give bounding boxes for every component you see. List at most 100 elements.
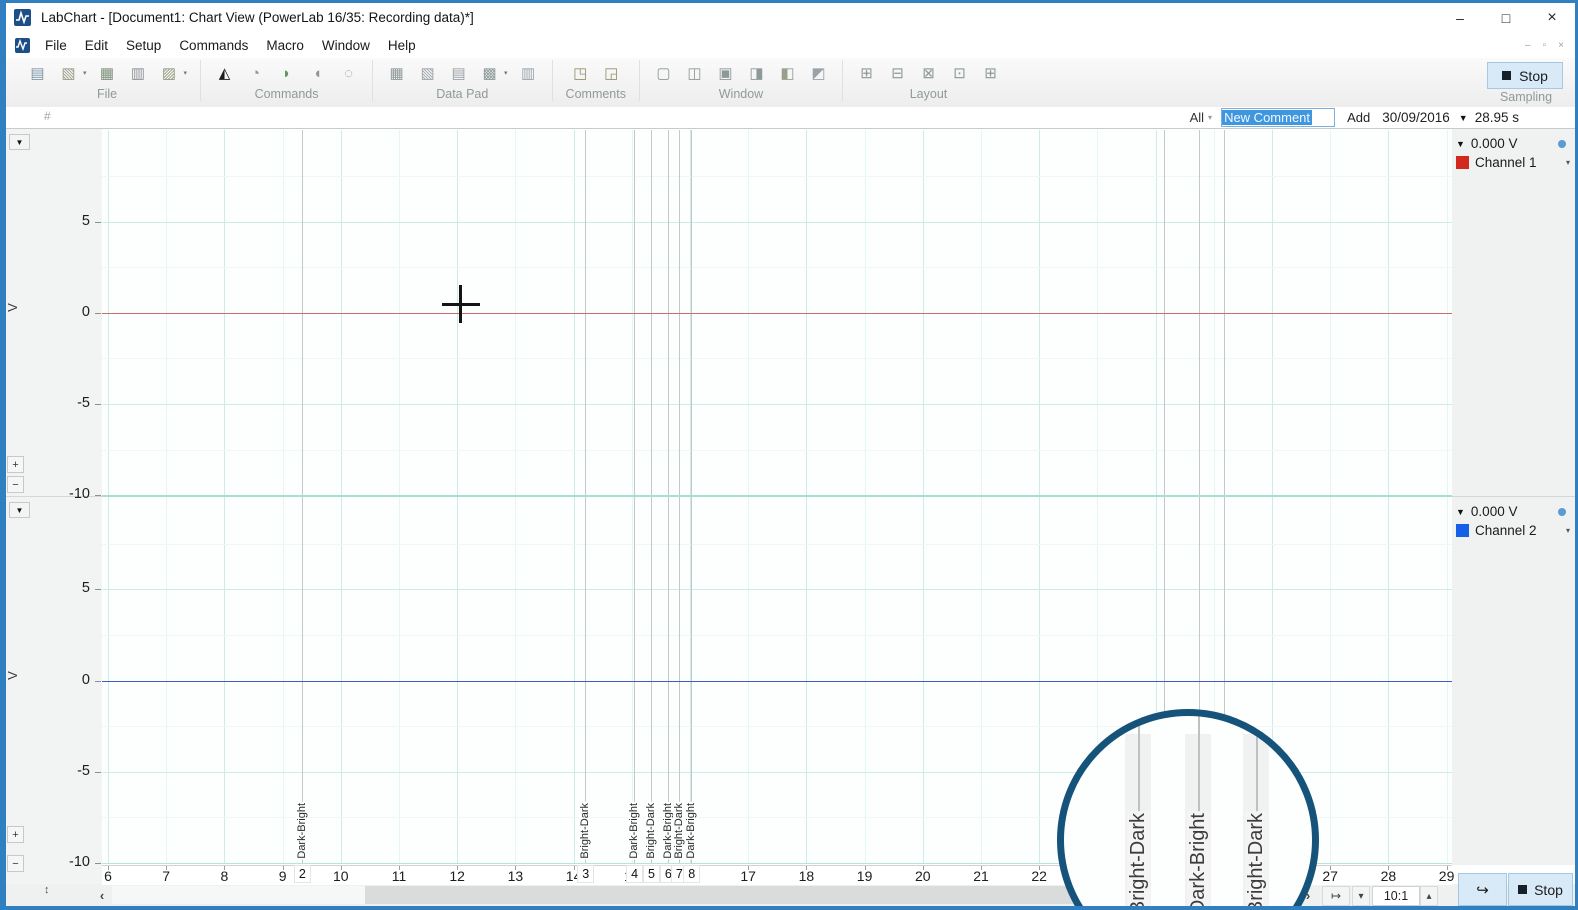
scope-view-icon[interactable]: ◨ bbox=[746, 63, 767, 84]
labchart-window: LabChart - [Document1: Chart View (Power… bbox=[0, 0, 1578, 910]
new-data-pad-row-icon[interactable]: ▤ bbox=[448, 63, 469, 84]
xy-view-icon[interactable]: ◧ bbox=[777, 63, 798, 84]
layout-split-icon[interactable]: ⊟ bbox=[887, 63, 908, 84]
sampling-stop-button[interactable]: Stop bbox=[1487, 62, 1563, 89]
menu-commands[interactable]: Commands bbox=[170, 38, 257, 53]
menu-edit[interactable]: Edit bbox=[76, 38, 117, 53]
comment-marker-chip[interactable]: 2 bbox=[295, 866, 310, 882]
channel1-zoom-out-button[interactable]: − bbox=[7, 476, 24, 493]
notebook-icon[interactable]: ◩ bbox=[808, 63, 829, 84]
channel1-info-icon[interactable] bbox=[1558, 140, 1566, 148]
mdi-close-button[interactable]: × bbox=[1558, 40, 1564, 51]
pane-divider[interactable] bbox=[102, 495, 1452, 497]
data-pad-options-icon-caret[interactable]: ▾ bbox=[504, 69, 508, 77]
window-border bbox=[0, 906, 1578, 910]
layout-cascade-icon[interactable]: ⊠ bbox=[918, 63, 939, 84]
open-file-icon[interactable]: ▧ bbox=[58, 63, 79, 84]
channel2-info-block: ▼ 0.000 V Channel 2 ▾ bbox=[1456, 502, 1574, 540]
menu-macro[interactable]: Macro bbox=[257, 38, 313, 53]
channel2-scale-dropdown[interactable]: ▼ bbox=[9, 502, 30, 518]
new-comment-selected-text: New Comment bbox=[1222, 110, 1312, 125]
channel1-zoom-in-button[interactable]: + bbox=[7, 456, 24, 473]
sampling-stop-label: Stop bbox=[1519, 68, 1548, 84]
y-axis-tick-mark bbox=[95, 681, 101, 682]
layout-tile-icon[interactable]: ⊞ bbox=[856, 63, 877, 84]
add-to-data-pad-icon[interactable]: ▧ bbox=[417, 63, 438, 84]
chart-view-icon[interactable]: ▢ bbox=[653, 63, 674, 84]
channel1-value-dropdown-icon[interactable]: ▼ bbox=[1456, 139, 1465, 149]
export-icon[interactable]: ▨ bbox=[159, 63, 180, 84]
menu-setup[interactable]: Setup bbox=[117, 38, 170, 53]
channel2-menu-caret-icon[interactable]: ▾ bbox=[1566, 526, 1570, 535]
start-marker-icon[interactable]: ◗ bbox=[276, 63, 297, 84]
stop-marker-icon[interactable]: ◖ bbox=[307, 63, 328, 84]
comment-marker-chip[interactable]: 4 bbox=[627, 866, 642, 882]
print-icon[interactable]: ▥ bbox=[128, 63, 149, 84]
comment-marker-chip[interactable]: 5 bbox=[644, 866, 659, 882]
x-axis-tick-label: 27 bbox=[1313, 868, 1347, 884]
save-file-icon[interactable]: ▦ bbox=[97, 63, 118, 84]
add-comment-icon[interactable]: ◳ bbox=[570, 63, 591, 84]
gridline-horizontal bbox=[102, 589, 1452, 590]
bottom-stop-button[interactable]: Stop bbox=[1508, 873, 1573, 906]
menu-bar: File Edit Setup Commands Macro Window He… bbox=[6, 32, 1575, 58]
zoom-view-icon[interactable]: ◫ bbox=[684, 63, 705, 84]
menu-window[interactable]: Window bbox=[313, 38, 379, 53]
new-comment-input[interactable]: New Comment bbox=[1221, 108, 1335, 127]
data-pad-window-icon[interactable]: ▣ bbox=[715, 63, 736, 84]
set-time-icon[interactable]: ◔ bbox=[245, 63, 266, 84]
comment-marker-chip[interactable]: 8 bbox=[684, 866, 699, 882]
add-comment-button[interactable]: Add bbox=[1344, 110, 1373, 125]
maximize-button[interactable]: □ bbox=[1483, 3, 1529, 32]
data-pad-options-icon[interactable]: ▩ bbox=[479, 63, 500, 84]
minimize-button[interactable]: – bbox=[1437, 3, 1483, 32]
data-pad-view-icon[interactable]: ▦ bbox=[386, 63, 407, 84]
toolbar-group-comments: ◳◲Comments bbox=[553, 60, 640, 101]
time-dropdown-icon[interactable]: ▼ bbox=[1459, 113, 1468, 123]
mdi-restore-button[interactable]: ▫ bbox=[1543, 40, 1547, 51]
close-button[interactable]: × bbox=[1529, 3, 1575, 32]
channel2-info-icon[interactable] bbox=[1558, 508, 1566, 516]
scroll-left-button[interactable]: ‹ bbox=[94, 886, 110, 904]
comment-label: Dark-Bright bbox=[626, 776, 642, 860]
channel1-color-swatch bbox=[1456, 156, 1469, 169]
channel1-value: 0.000 V bbox=[1471, 136, 1518, 151]
new-file-icon[interactable]: ▤ bbox=[27, 63, 48, 84]
channel1-menu-caret-icon[interactable]: ▾ bbox=[1566, 158, 1570, 167]
channel2-zoom-out-button[interactable]: − bbox=[7, 855, 24, 872]
open-file-icon-caret[interactable]: ▾ bbox=[83, 69, 87, 77]
channel2-title-row[interactable]: Channel 2 ▾ bbox=[1456, 521, 1574, 540]
export-data-pad-icon[interactable]: ▥ bbox=[518, 63, 539, 84]
y-axis-tick-mark bbox=[95, 313, 101, 314]
channel2-zoom-in-button[interactable]: + bbox=[7, 826, 24, 843]
macro-run-icon[interactable]: ◌ bbox=[338, 63, 359, 84]
compression-down-button[interactable]: ▾ bbox=[1352, 886, 1370, 906]
gridline-horizontal bbox=[102, 404, 1452, 405]
channel1-unit-label: V bbox=[5, 303, 20, 312]
compression-up-button[interactable]: ▴ bbox=[1420, 886, 1438, 906]
time-compression-ratio[interactable]: 10:1 bbox=[1372, 886, 1420, 906]
toolbar-group-file: ▤▧▾▦▥▨▾File bbox=[14, 60, 201, 101]
channel1-trace bbox=[102, 313, 1452, 314]
find-icon[interactable]: ◭ bbox=[214, 63, 235, 84]
jump-to-end-button[interactable]: ↦ bbox=[1322, 886, 1350, 906]
channel2-value-dropdown-icon[interactable]: ▼ bbox=[1456, 507, 1465, 517]
comment-channel-filter-dropdown[interactable]: All ▾ bbox=[1190, 110, 1212, 125]
layout-right-icon[interactable]: ⊞ bbox=[980, 63, 1001, 84]
window-border bbox=[0, 0, 1578, 3]
sampling-group-label: Sampling bbox=[1489, 90, 1563, 104]
comment-marker-chip[interactable]: 3 bbox=[578, 866, 593, 882]
menu-file[interactable]: File bbox=[36, 38, 76, 53]
export-icon-caret[interactable]: ▾ bbox=[184, 69, 188, 77]
insert-comment-icon[interactable]: ◲ bbox=[601, 63, 622, 84]
layout-left-icon[interactable]: ⊡ bbox=[949, 63, 970, 84]
auto-scroll-button[interactable]: ↪ bbox=[1458, 873, 1507, 906]
split-handle-icon[interactable]: ↕ bbox=[44, 884, 50, 896]
channel1-scale-dropdown[interactable]: ▼ bbox=[9, 134, 30, 150]
gridline-horizontal bbox=[102, 358, 1452, 359]
y-axis-tick-label: 0 bbox=[54, 304, 90, 320]
mdi-minimize-button[interactable]: – bbox=[1525, 40, 1531, 51]
gridline-horizontal bbox=[102, 222, 1452, 223]
menu-help[interactable]: Help bbox=[379, 38, 425, 53]
channel1-title-row[interactable]: Channel 1 ▾ bbox=[1456, 153, 1574, 172]
